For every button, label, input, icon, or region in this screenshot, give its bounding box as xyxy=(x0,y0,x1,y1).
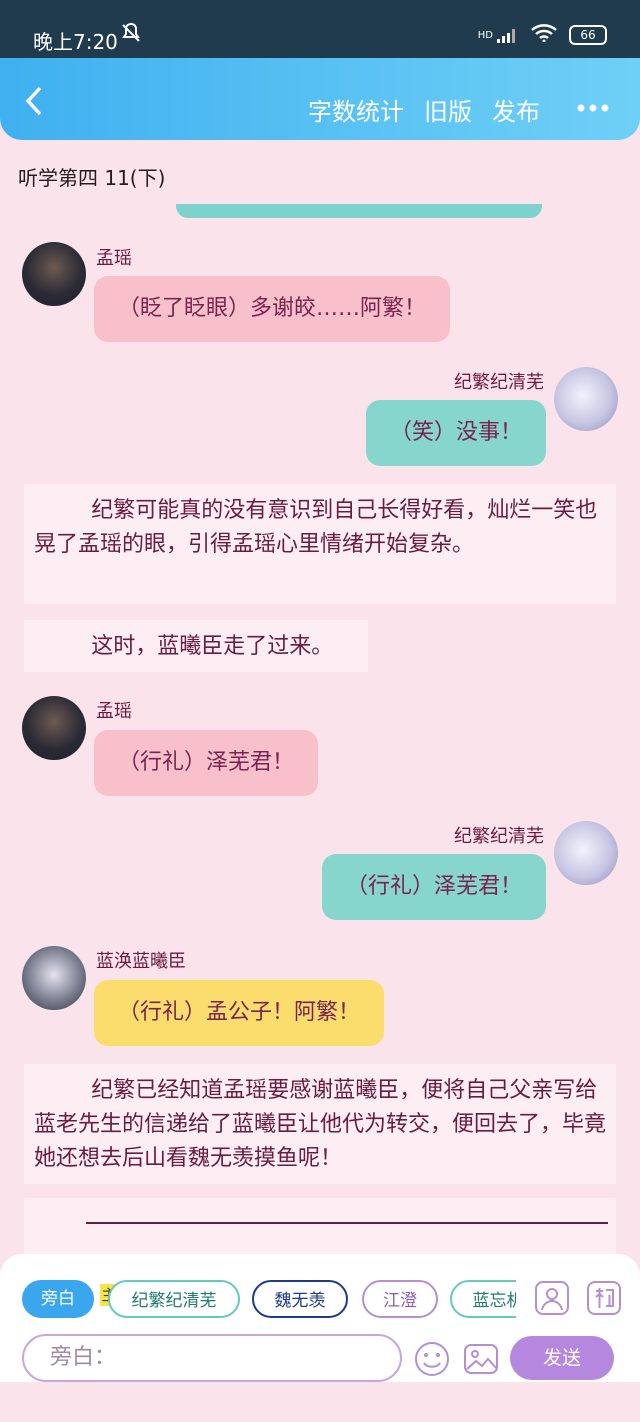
avatar[interactable] xyxy=(22,242,86,306)
dialogue-bubble[interactable]: （眨了眨眼）多谢皎……阿繁！ xyxy=(94,276,451,342)
speaker-name: 孟瑶 xyxy=(96,248,132,269)
narration-text: 纪繁可能真的没有意识到自己长得好看，灿烂一笑也晃了孟瑶的眼，引得孟瑶心里情绪开始… xyxy=(34,498,598,557)
word-count-button[interactable]: 字数统计 xyxy=(308,92,404,127)
role-chip-narrator[interactable]: 旁白 xyxy=(22,1280,94,1318)
emoji-icon[interactable] xyxy=(413,1340,451,1382)
speaker-name: 纪繁纪清芜 xyxy=(454,826,544,847)
speaker-name: 蓝涣蓝曦臣 xyxy=(96,951,186,972)
narration-block[interactable]: 这时，蓝曦臣走了过来。 xyxy=(24,620,368,672)
old-version-button[interactable]: 旧版 xyxy=(424,92,472,127)
role-chip[interactable]: 江澄 xyxy=(362,1280,438,1318)
message-input[interactable]: 旁白： xyxy=(22,1334,402,1382)
role-chip[interactable]: 纪繁纪清芜 xyxy=(108,1280,240,1318)
role-chip[interactable]: 魏无羡 xyxy=(252,1280,348,1318)
role-icon[interactable] xyxy=(534,1280,570,1320)
avatar[interactable] xyxy=(554,821,618,885)
avatar[interactable] xyxy=(22,696,86,760)
publish-button[interactable]: 发布 xyxy=(492,92,540,127)
status-bar: 晚上7:20 HD 66 xyxy=(0,0,640,60)
page-bottom xyxy=(0,1382,640,1422)
dialogue-bubble[interactable]: （行礼）泽芜君！ xyxy=(94,730,319,796)
bell-off-icon xyxy=(120,22,142,48)
status-time: 晚上7:20 xyxy=(33,30,118,54)
more-icon[interactable] xyxy=(576,98,610,117)
speaker-name: 孟瑶 xyxy=(96,701,132,722)
dialogue-bubble[interactable]: （笑）没事！ xyxy=(365,400,546,466)
back-icon[interactable] xyxy=(22,86,46,120)
chapter-title: 听学第四 11(下) xyxy=(18,166,166,190)
narration-block[interactable]: 纪繁已经知道孟瑶要感谢蓝曦臣，便将自己父亲写给蓝老先生的信递给了蓝曦臣让他代为转… xyxy=(24,1064,616,1184)
narration-text: 纪繁已经知道孟瑶要感谢蓝曦臣，便将自己父亲写给蓝老先生的信递给了蓝曦臣让他代为转… xyxy=(34,1078,607,1171)
role-chip[interactable]: 蓝忘机 xyxy=(450,1280,516,1318)
narration-editing-block[interactable] xyxy=(24,1198,616,1262)
battery-indicator: 66 xyxy=(569,25,607,45)
image-icon[interactable] xyxy=(462,1340,500,1382)
signal-icon: HD xyxy=(478,27,519,43)
avatar[interactable] xyxy=(554,367,618,431)
nav-bar: 字数统计 旧版 发布 xyxy=(0,58,640,140)
dialogue-bubble[interactable]: （行礼）孟公子！阿繁！ xyxy=(94,980,385,1046)
send-button[interactable]: 发送 xyxy=(510,1336,614,1380)
network-label: HD xyxy=(477,29,493,41)
narration-text: 这时，蓝曦臣走了过来。 xyxy=(91,634,334,659)
role-chip-overflow: 蓝忘机 xyxy=(450,1280,516,1318)
previous-bubble-edge xyxy=(176,204,542,218)
dialogue-bubble[interactable]: （行礼）泽芜君！ xyxy=(321,854,546,920)
avatar[interactable] xyxy=(22,946,86,1010)
tag-icon[interactable] xyxy=(586,1280,622,1320)
wifi-icon xyxy=(531,24,557,46)
cursor-underline xyxy=(86,1222,608,1224)
narration-block[interactable]: 纪繁可能真的没有意识到自己长得好看，灿烂一笑也晃了孟瑶的眼，引得孟瑶心里情绪开始… xyxy=(24,484,616,604)
speaker-name: 纪繁纪清芜 xyxy=(454,372,544,393)
